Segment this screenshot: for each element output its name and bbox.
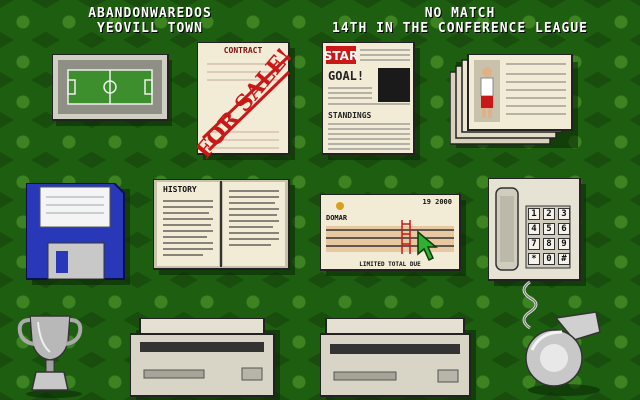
whistle-icon[interactable] [518,310,606,398]
phone-key[interactable]: 5 [543,223,555,235]
newspaper-icon[interactable]: STAR GOAL! STANDINGS [322,42,422,160]
club-name: YEOVILL TOWN [97,21,203,36]
transfer-for-sale-icon[interactable]: CONTRACT FOR SALE! [197,42,297,160]
phone-key[interactable]: 2 [543,208,555,220]
manager-name: ABANDONWAREDOS [88,6,212,21]
phone-key[interactable]: * [528,253,540,265]
phone-key[interactable]: # [558,253,570,265]
phone-key[interactable]: 1 [528,208,540,220]
printer-left-icon[interactable] [130,318,280,400]
phone-key[interactable]: 9 [558,238,570,250]
cheque-date: 19 2000 [422,198,452,206]
trophy-cup-icon[interactable] [16,312,86,398]
league-position: 14TH IN THE CONFERENCE LEAGUE [332,21,588,36]
office-screen: ABANDONWAREDOS YEOVILL TOWN NO MATCH 14T… [0,0,640,400]
cheque-finances-icon[interactable]: 19 2000 DOMAR LIMITED TOTAL DUE [320,194,466,276]
phone-key[interactable]: 0 [543,253,555,265]
match-status: NO MATCH [424,6,496,21]
phone-keys: 1 2 3 4 5 6 7 8 9 * 0 # [528,208,570,265]
phone-key[interactable]: 3 [558,208,570,220]
phone-key[interactable]: 7 [528,238,540,250]
cheque-footer: LIMITED TOTAL DUE [359,261,421,268]
cheque-payee: DOMAR [326,214,348,222]
newspaper-headline: GOAL! [328,69,364,83]
printer-right-icon[interactable] [320,318,476,400]
player-cards-icon[interactable] [450,54,580,150]
standings-label: STANDINGS [328,111,372,120]
history-title: HISTORY [163,185,197,194]
phone-key[interactable]: 6 [558,223,570,235]
newspaper-masthead: STAR [324,49,358,63]
contract-label: CONTRACT [224,46,263,55]
history-book-icon[interactable]: HISTORY [153,179,295,275]
floppy-disk-icon[interactable] [26,183,130,285]
phone-key[interactable]: 4 [528,223,540,235]
stadium-icon[interactable] [52,54,172,126]
phone-key[interactable]: 8 [543,238,555,250]
